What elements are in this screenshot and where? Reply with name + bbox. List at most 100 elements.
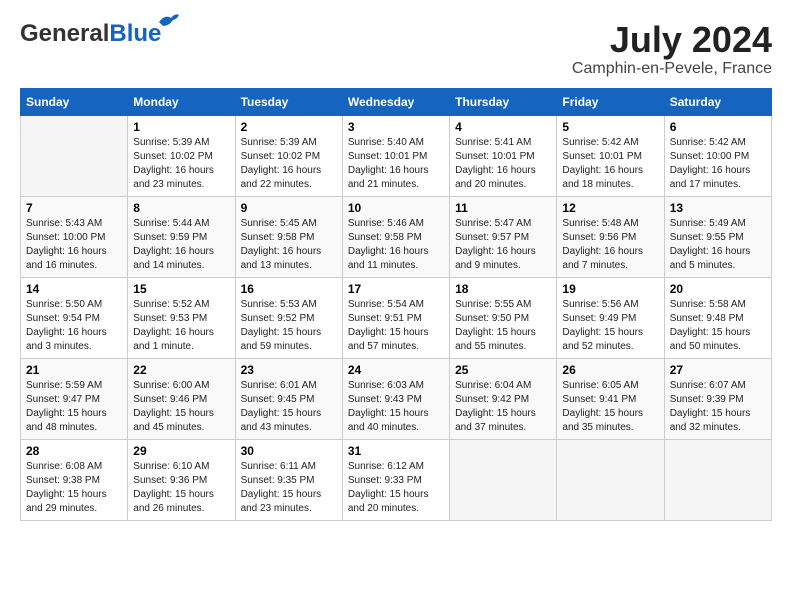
day-info: Sunrise: 5:43 AM Sunset: 10:00 PM Daylig…: [26, 217, 122, 273]
day-number: 19: [562, 282, 658, 296]
day-info: Sunrise: 6:10 AM Sunset: 9:36 PM Dayligh…: [133, 460, 229, 516]
day-number: 16: [241, 282, 337, 296]
day-info: Sunrise: 5:40 AM Sunset: 10:01 PM Daylig…: [348, 136, 444, 192]
day-number: 2: [241, 120, 337, 134]
calendar-cell: 6 Sunrise: 5:42 AM Sunset: 10:00 PM Dayli…: [664, 115, 771, 196]
calendar-cell: 9 Sunrise: 5:45 AM Sunset: 9:58 PM Daylig…: [235, 196, 342, 277]
day-number: 12: [562, 201, 658, 215]
day-number: 10: [348, 201, 444, 215]
day-number: 8: [133, 201, 229, 215]
calendar-cell: 12Sunrise: 5:48 AM Sunset: 9:56 PM Dayli…: [557, 196, 664, 277]
calendar-cell: 13Sunrise: 5:49 AM Sunset: 9:55 PM Dayli…: [664, 196, 771, 277]
day-info: Sunrise: 5:41 AM Sunset: 10:01 PM Daylig…: [455, 136, 551, 192]
calendar-cell: 7 Sunrise: 5:43 AM Sunset: 10:00 PM Dayli…: [21, 196, 128, 277]
calendar-cell: [21, 115, 128, 196]
page-header: GeneralBlue July 2024 Camphin-en-Pevele,…: [20, 20, 772, 78]
day-info: Sunrise: 5:52 AM Sunset: 9:53 PM Dayligh…: [133, 298, 229, 354]
day-info: Sunrise: 5:44 AM Sunset: 9:59 PM Dayligh…: [133, 217, 229, 273]
header-saturday: Saturday: [664, 88, 771, 115]
calendar-week-2: 7 Sunrise: 5:43 AM Sunset: 10:00 PM Dayli…: [21, 196, 772, 277]
calendar-week-5: 28Sunrise: 6:08 AM Sunset: 9:38 PM Dayli…: [21, 439, 772, 520]
calendar-week-1: 1 Sunrise: 5:39 AM Sunset: 10:02 PM Dayli…: [21, 115, 772, 196]
day-info: Sunrise: 5:53 AM Sunset: 9:52 PM Dayligh…: [241, 298, 337, 354]
calendar-cell: 28Sunrise: 6:08 AM Sunset: 9:38 PM Dayli…: [21, 439, 128, 520]
header-friday: Friday: [557, 88, 664, 115]
day-info: Sunrise: 5:55 AM Sunset: 9:50 PM Dayligh…: [455, 298, 551, 354]
header-wednesday: Wednesday: [342, 88, 449, 115]
day-info: Sunrise: 5:58 AM Sunset: 9:48 PM Dayligh…: [670, 298, 766, 354]
calendar-cell: 3Sunrise: 5:40 AM Sunset: 10:01 PM Dayli…: [342, 115, 449, 196]
day-number: 1: [133, 120, 229, 134]
calendar-cell: [450, 439, 557, 520]
day-info: Sunrise: 5:46 AM Sunset: 9:58 PM Dayligh…: [348, 217, 444, 273]
day-number: 4: [455, 120, 551, 134]
logo: GeneralBlue: [20, 20, 161, 48]
day-info: Sunrise: 5:39 AM Sunset: 10:02 PM Daylig…: [241, 136, 337, 192]
day-number: 27: [670, 363, 766, 377]
calendar-cell: 24 Sunrise: 6:03 AM Sunset: 9:43 PM Dayli…: [342, 358, 449, 439]
day-number: 30: [241, 444, 337, 458]
day-number: 9: [241, 201, 337, 215]
calendar-cell: 14Sunrise: 5:50 AM Sunset: 9:54 PM Dayli…: [21, 277, 128, 358]
day-number: 15: [133, 282, 229, 296]
calendar-cell: 5Sunrise: 5:42 AM Sunset: 10:01 PM Dayli…: [557, 115, 664, 196]
calendar-cell: 1Sunrise: 5:39 AM Sunset: 10:02 PM Dayli…: [128, 115, 235, 196]
day-number: 6: [670, 120, 766, 134]
day-info: Sunrise: 6:03 AM Sunset: 9:43 PM Dayligh…: [348, 379, 444, 435]
day-number: 26: [562, 363, 658, 377]
day-number: 23: [241, 363, 337, 377]
calendar-cell: 8 Sunrise: 5:44 AM Sunset: 9:59 PM Daylig…: [128, 196, 235, 277]
calendar-table: SundayMondayTuesdayWednesdayThursdayFrid…: [20, 88, 772, 521]
day-number: 7: [26, 201, 122, 215]
day-info: Sunrise: 6:00 AM Sunset: 9:46 PM Dayligh…: [133, 379, 229, 435]
calendar-cell: 26 Sunrise: 6:05 AM Sunset: 9:41 PM Dayli…: [557, 358, 664, 439]
calendar-week-4: 21Sunrise: 5:59 AM Sunset: 9:47 PM Dayli…: [21, 358, 772, 439]
day-info: Sunrise: 5:42 AM Sunset: 10:00 PM Daylig…: [670, 136, 766, 192]
calendar-cell: 19 Sunrise: 5:56 AM Sunset: 9:49 PM Dayli…: [557, 277, 664, 358]
calendar-cell: 25Sunrise: 6:04 AM Sunset: 9:42 PM Dayli…: [450, 358, 557, 439]
day-info: Sunrise: 6:04 AM Sunset: 9:42 PM Dayligh…: [455, 379, 551, 435]
calendar-cell: [664, 439, 771, 520]
day-number: 14: [26, 282, 122, 296]
day-number: 22: [133, 363, 229, 377]
header-tuesday: Tuesday: [235, 88, 342, 115]
day-info: Sunrise: 6:11 AM Sunset: 9:35 PM Dayligh…: [241, 460, 337, 516]
header-sunday: Sunday: [21, 88, 128, 115]
day-info: Sunrise: 6:07 AM Sunset: 9:39 PM Dayligh…: [670, 379, 766, 435]
day-number: 29: [133, 444, 229, 458]
calendar-cell: 20 Sunrise: 5:58 AM Sunset: 9:48 PM Dayli…: [664, 277, 771, 358]
logo-general: General: [20, 20, 109, 47]
calendar-cell: 27 Sunrise: 6:07 AM Sunset: 9:39 PM Dayli…: [664, 358, 771, 439]
calendar-cell: 31 Sunrise: 6:12 AM Sunset: 9:33 PM Dayli…: [342, 439, 449, 520]
calendar-cell: 30 Sunrise: 6:11 AM Sunset: 9:35 PM Dayli…: [235, 439, 342, 520]
day-number: 20: [670, 282, 766, 296]
title-block: July 2024 Camphin-en-Pevele, France: [572, 20, 772, 78]
calendar-cell: 4 Sunrise: 5:41 AM Sunset: 10:01 PM Dayli…: [450, 115, 557, 196]
logo-bird-icon: [157, 12, 179, 30]
day-info: Sunrise: 5:49 AM Sunset: 9:55 PM Dayligh…: [670, 217, 766, 273]
header-thursday: Thursday: [450, 88, 557, 115]
day-info: Sunrise: 5:56 AM Sunset: 9:49 PM Dayligh…: [562, 298, 658, 354]
calendar-header-row: SundayMondayTuesdayWednesdayThursdayFrid…: [21, 88, 772, 115]
calendar-cell: 10 Sunrise: 5:46 AM Sunset: 9:58 PM Dayli…: [342, 196, 449, 277]
day-number: 31: [348, 444, 444, 458]
day-number: 11: [455, 201, 551, 215]
day-info: Sunrise: 5:42 AM Sunset: 10:01 PM Daylig…: [562, 136, 658, 192]
day-info: Sunrise: 5:45 AM Sunset: 9:58 PM Dayligh…: [241, 217, 337, 273]
day-info: Sunrise: 6:05 AM Sunset: 9:41 PM Dayligh…: [562, 379, 658, 435]
day-info: Sunrise: 6:12 AM Sunset: 9:33 PM Dayligh…: [348, 460, 444, 516]
day-info: Sunrise: 6:01 AM Sunset: 9:45 PM Dayligh…: [241, 379, 337, 435]
calendar-cell: 11 Sunrise: 5:47 AM Sunset: 9:57 PM Dayli…: [450, 196, 557, 277]
day-number: 17: [348, 282, 444, 296]
calendar-cell: 21Sunrise: 5:59 AM Sunset: 9:47 PM Dayli…: [21, 358, 128, 439]
month-year-title: July 2024: [572, 20, 772, 60]
calendar-cell: 17Sunrise: 5:54 AM Sunset: 9:51 PM Dayli…: [342, 277, 449, 358]
calendar-cell: 2 Sunrise: 5:39 AM Sunset: 10:02 PM Dayli…: [235, 115, 342, 196]
day-number: 18: [455, 282, 551, 296]
calendar-cell: 15 Sunrise: 5:52 AM Sunset: 9:53 PM Dayli…: [128, 277, 235, 358]
day-info: Sunrise: 5:47 AM Sunset: 9:57 PM Dayligh…: [455, 217, 551, 273]
day-number: 24: [348, 363, 444, 377]
calendar-cell: 23 Sunrise: 6:01 AM Sunset: 9:45 PM Dayli…: [235, 358, 342, 439]
header-monday: Monday: [128, 88, 235, 115]
day-info: Sunrise: 5:59 AM Sunset: 9:47 PM Dayligh…: [26, 379, 122, 435]
